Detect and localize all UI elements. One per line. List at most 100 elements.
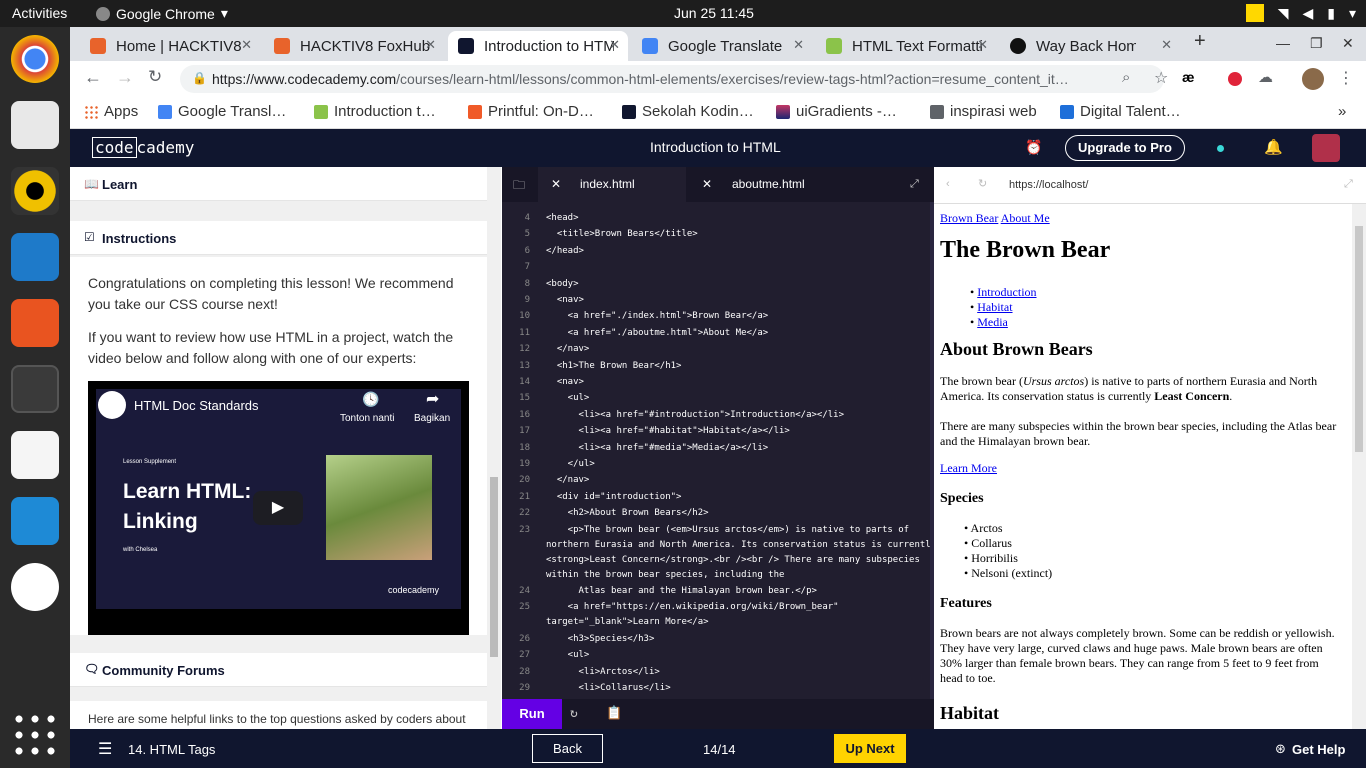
close-icon[interactable]: ✕ [425,37,436,53]
avatar[interactable] [1312,134,1340,162]
scrollbar[interactable] [487,167,501,729]
star-icon[interactable]: ☆ [1154,68,1168,88]
maximize-button[interactable]: ❐ [1310,35,1323,52]
close-icon[interactable]: ✕ [793,37,804,53]
tab-hacktiv8-foxhub[interactable]: HACKTIV8 FoxHub ✕ [264,31,444,61]
close-icon[interactable]: ✕ [609,37,620,53]
extension-cloud-icon[interactable]: ☁ [1258,68,1273,86]
close-icon[interactable]: ✕ [551,167,561,201]
extension-record-icon[interactable] [1228,72,1242,86]
close-icon[interactable]: ✕ [702,167,712,201]
lesson-name[interactable]: 14. HTML Tags [128,742,215,757]
close-icon[interactable]: ✕ [977,37,988,53]
instructions-section-header[interactable]: ☑ Instructions [70,221,487,255]
writer-icon[interactable] [11,233,59,281]
slack-icon[interactable] [11,563,59,611]
editor-tab-aboutme[interactable]: ✕ aboutme.html [692,167,842,202]
close-icon[interactable]: ✕ [1161,37,1172,53]
help-icon[interactable]: ⊛ [1275,741,1286,757]
bookmark-google-translate[interactable]: Google Transl… [158,103,286,120]
address-bar[interactable]: 🔒 https://www.codecademy.com/courses/lea… [180,65,1164,93]
nav-link-about-me[interactable]: About Me [1001,211,1050,225]
back-icon[interactable]: ← [84,67,102,88]
learn-section-header[interactable]: 📖 Learn [70,167,487,201]
app-grid-icon[interactable] [11,711,59,759]
zoom-icon[interactable]: ⌕ [1122,69,1130,86]
clock-icon[interactable]: 🕓 [362,391,379,408]
codecademy-logo[interactable]: code cademy [92,137,194,158]
bookmark-sekolah-koding[interactable]: Sekolah Kodin… [622,103,754,120]
toc-link-introduction[interactable]: Introduction [977,285,1036,299]
chrome-icon[interactable] [11,35,59,83]
vscode-icon[interactable] [11,497,59,545]
expand-icon[interactable]: ⤢ [910,177,919,191]
close-window-button[interactable]: ✕ [1342,35,1354,52]
back-icon[interactable]: ‹ [946,178,950,190]
more-bookmarks-icon[interactable]: » [1338,103,1346,120]
progress-counter: 14/14 [703,742,736,757]
avatar[interactable] [1302,68,1324,90]
clipboard-icon[interactable]: 📋 [606,706,622,721]
learn-more-link[interactable]: Learn More [940,461,997,475]
upgrade-to-pro-button[interactable]: Upgrade to Pro [1065,135,1185,161]
play-button-icon[interactable]: ▶ [253,491,303,525]
expand-icon[interactable]: ⤢ [1344,178,1353,191]
reload-icon[interactable]: ↻ [978,177,987,190]
preview-h3-features: Features [940,596,992,611]
toc-link-habitat[interactable]: Habitat [977,300,1012,314]
get-help-button[interactable]: Get Help [1292,742,1345,757]
toc-link-media[interactable]: Media [977,315,1008,329]
bookmark-printful[interactable]: Printful: On-D… [468,103,594,120]
nav-link-brown-bear[interactable]: Brown Bear [940,211,998,225]
files-icon[interactable] [11,101,59,149]
back-button[interactable]: Back [532,734,603,763]
software-icon[interactable] [11,299,59,347]
clock[interactable]: Jun 25 11:45 [674,5,754,21]
app-menu[interactable]: Google Chrome ▾ [96,5,228,22]
system-tray[interactable]: ◥ ◀ ▮ ▾ [1245,4,1356,22]
community-forums-section-header[interactable]: 🗨 Community Forums [70,653,487,687]
tab-google-translate[interactable]: Google Translate ✕ [632,31,812,61]
tab-html-text-formatting[interactable]: HTML Text Formatting✕ [816,31,996,61]
tab-hacktiv8-home[interactable]: Home | HACKTIV8 ✕ [80,31,260,61]
video-title[interactable]: HTML Doc Standards [134,398,259,413]
folder-icon[interactable]: 🗀 [513,176,525,197]
text-editor-icon[interactable] [11,431,59,479]
extension-ae-icon[interactable]: æ [1182,69,1194,85]
preview-scrollbar[interactable] [1352,204,1366,729]
bookmark-apps[interactable]: Apps [84,103,138,120]
tab-introduction-html[interactable]: Introduction to HTML ✕ [448,31,628,61]
editor-tab-index[interactable]: ✕ index.html [538,167,686,202]
notes-icon[interactable] [1245,4,1264,22]
close-icon[interactable]: ✕ [241,37,252,53]
scrollbar-thumb[interactable] [490,477,498,657]
bookmark-inspirasi-web[interactable]: inspirasi web [930,103,1037,120]
new-tab-button[interactable]: + [1194,30,1206,53]
preview-url[interactable]: https://localhost/ [1009,179,1089,191]
code-text: <li><a href="#media">Media</a></li> [546,442,769,453]
run-button[interactable]: Run [502,699,562,729]
notification-bell-icon[interactable]: 🔔 [1264,138,1283,156]
bookmark-introduction[interactable]: Introduction t… [314,103,436,120]
share-icon[interactable]: ➦ [426,389,439,409]
reload-icon[interactable]: ↻ [148,67,162,87]
tab-way-back-home[interactable]: Way Back Home✕ [1000,31,1180,61]
bookmark-uigradients[interactable]: uiGradients -… [776,103,897,120]
alarm-icon[interactable]: ⏰ [1025,139,1042,156]
reset-icon[interactable]: ↻ [570,706,578,721]
share-label[interactable]: Bagikan [414,413,450,424]
menu-icon[interactable]: ⋮ [1338,68,1354,88]
scrollbar-thumb[interactable] [1355,226,1363,452]
bookmark-digital-talent[interactable]: Digital Talent… [1060,103,1181,120]
forward-icon[interactable]: → [116,67,134,88]
video-player[interactable]: HTML Doc Standards 🕓 Tonton nanti ➦ Bagi… [88,381,469,635]
rhythmbox-icon[interactable] [11,167,59,215]
presenter-photo [326,455,432,560]
minimize-button[interactable]: — [1276,35,1290,51]
up-next-button[interactable]: Up Next [834,734,906,763]
hamburger-menu-icon[interactable]: ☰ [98,739,112,759]
watch-later-label[interactable]: Tonton nanti [340,413,395,424]
terminal-icon[interactable] [11,365,59,413]
activities-button[interactable]: Activities [12,5,67,21]
code-editor[interactable]: 🗀 ✕ index.html ✕ aboutme.html ⤢ 4 <head> 5 <… [502,167,936,729]
